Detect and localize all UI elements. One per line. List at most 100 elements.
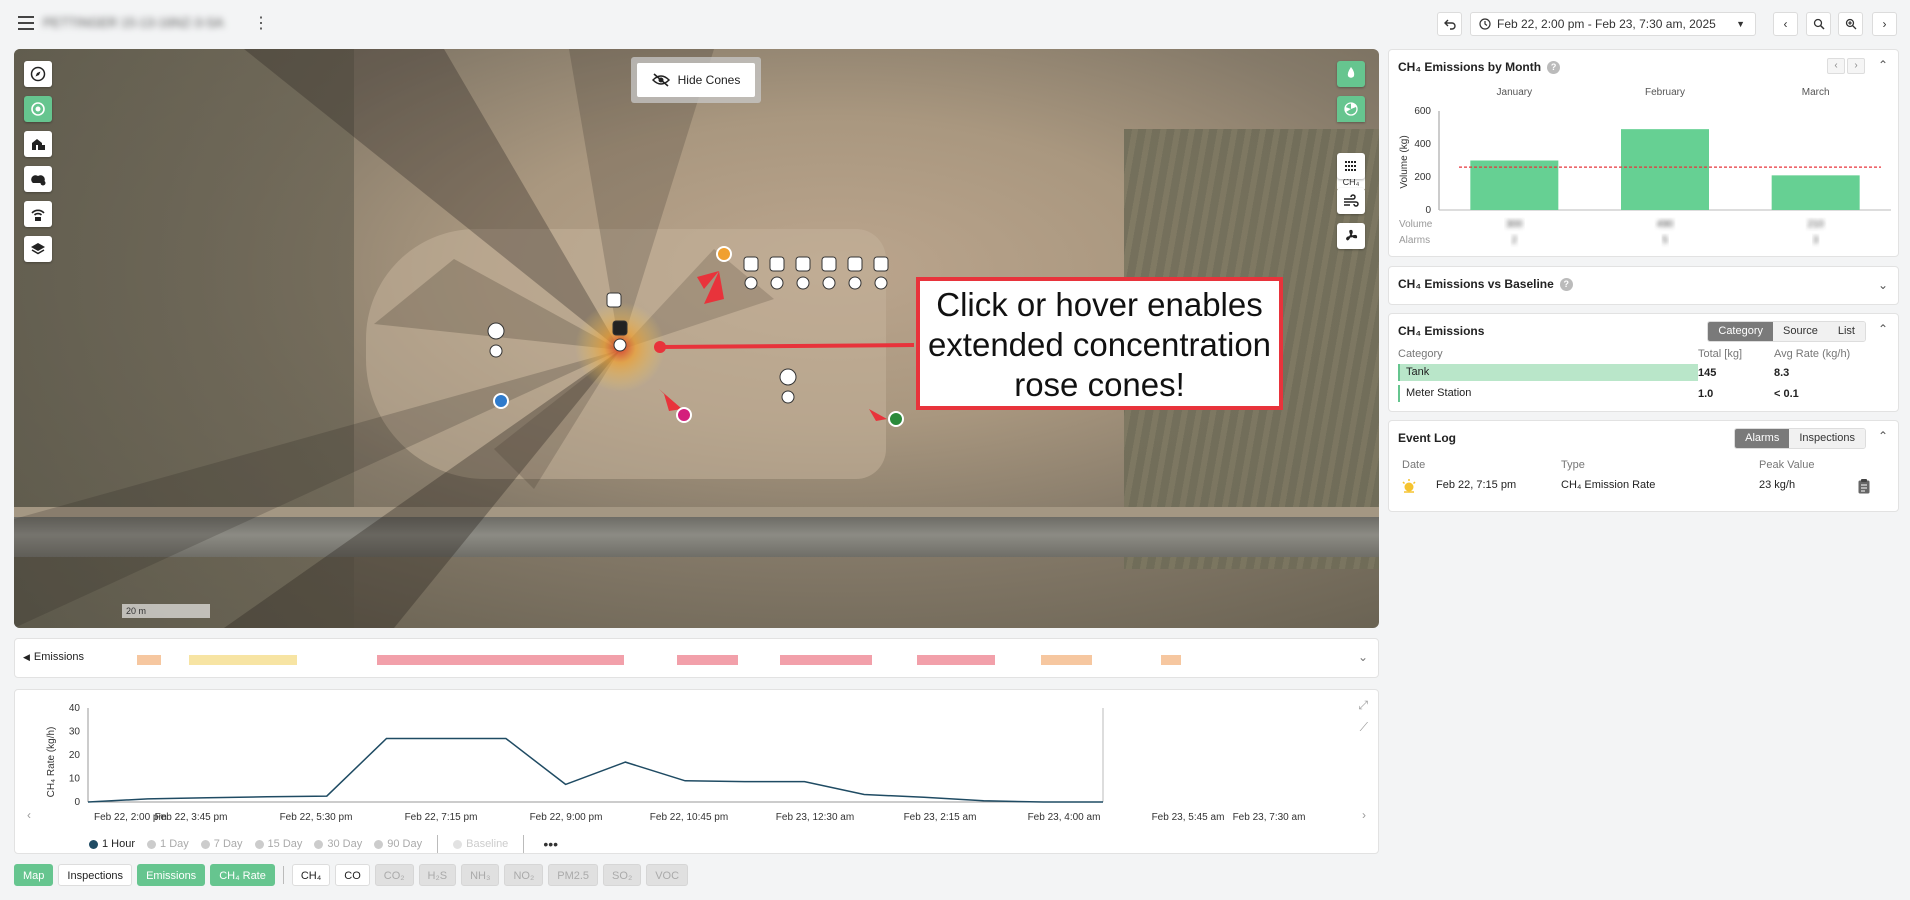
layers-button[interactable] bbox=[24, 236, 52, 262]
facilities-button[interactable] bbox=[24, 131, 52, 157]
date-range-picker[interactable]: Feb 22, 2:00 pm - Feb 23, 7:30 am, 2025 … bbox=[1470, 12, 1756, 36]
table-row[interactable]: Feb 22, 7:15 pm CH₄ Emission Rate 23 kg/… bbox=[1389, 479, 1898, 497]
baseline-label: Baseline bbox=[466, 838, 509, 850]
event-log-tabs: Alarms Inspections bbox=[1734, 428, 1866, 449]
grid-button[interactable] bbox=[1337, 153, 1365, 179]
magnifier-icon bbox=[1813, 18, 1825, 30]
total-cell: 1.0 bbox=[1698, 387, 1714, 400]
tab-co[interactable]: CO bbox=[335, 864, 370, 886]
tab-emissions[interactable]: Emissions bbox=[137, 864, 206, 886]
column-header: Type bbox=[1561, 459, 1585, 471]
eye-off-icon bbox=[651, 73, 670, 87]
month-bar[interactable] bbox=[1621, 129, 1709, 210]
expand-icon[interactable]: ⤢ bbox=[1358, 698, 1368, 713]
tab-list[interactable]: List bbox=[1827, 322, 1865, 341]
emissions-timeline[interactable]: ◀ Emissions ⌄ bbox=[14, 638, 1379, 678]
period-7-day[interactable]: 7 Day bbox=[200, 838, 243, 850]
y-tick-label: 400 bbox=[1414, 139, 1431, 150]
tab-category[interactable]: Category bbox=[1708, 322, 1774, 341]
emissions-toggle[interactable]: ◀ Emissions bbox=[23, 651, 84, 663]
tab-pm2-5[interactable]: PM2.5 bbox=[548, 864, 599, 886]
tab-ch-[interactable]: CH₄ bbox=[291, 864, 331, 886]
emission-event-segment[interactable] bbox=[376, 655, 625, 665]
tab-h-s[interactable]: H₂S bbox=[418, 864, 457, 886]
tab-nh-[interactable]: NH₃ bbox=[461, 864, 500, 886]
next-range-button[interactable]: › bbox=[1872, 12, 1897, 36]
month-bar[interactable] bbox=[1470, 160, 1559, 211]
tab-no-[interactable]: NO₂ bbox=[504, 864, 544, 886]
sensor-orange[interactable] bbox=[716, 246, 732, 262]
sensor-green[interactable] bbox=[888, 411, 904, 427]
period-30-day[interactable]: 30 Day bbox=[314, 838, 362, 850]
chevron-down-icon[interactable]: ⌄ bbox=[1358, 650, 1368, 664]
volume-value: 300 bbox=[1506, 219, 1523, 230]
emission-event-segment[interactable] bbox=[1160, 655, 1181, 665]
table-row[interactable]: Tank 145 8.3 bbox=[1398, 362, 1888, 383]
flame-layer-button[interactable] bbox=[1337, 61, 1365, 87]
tab-co-[interactable]: CO₂ bbox=[374, 864, 414, 886]
clock-icon bbox=[1479, 18, 1491, 30]
wind-button[interactable] bbox=[1337, 188, 1365, 214]
gas-detect-button[interactable] bbox=[24, 166, 52, 192]
sensor-magenta[interactable] bbox=[676, 407, 692, 423]
emission-event-segment[interactable] bbox=[917, 655, 996, 665]
baseline-toggle[interactable]: Baseline bbox=[453, 838, 508, 850]
ch4-rate-chart[interactable]: CH₄ Rate (kg/h) 0 10 20 30 40 Feb 22, 2:00 pm… bbox=[14, 689, 1379, 854]
wireless-sensor-button[interactable] bbox=[24, 201, 52, 227]
menu-icon[interactable] bbox=[18, 16, 34, 30]
radio-dot-icon bbox=[200, 839, 210, 849]
period-90-day[interactable]: 90 Day bbox=[374, 838, 422, 850]
sensor-blue[interactable] bbox=[493, 393, 509, 409]
period-1-day[interactable]: 1 Day bbox=[147, 838, 189, 850]
chevron-up-icon[interactable]: ⌃ bbox=[1878, 322, 1888, 336]
emissions-vs-baseline-panel[interactable]: CH₄ Emissions vs Baseline ? ⌄ bbox=[1388, 266, 1899, 305]
zoom-in-button[interactable] bbox=[1838, 12, 1863, 36]
period-1-hour[interactable]: 1 Hour bbox=[89, 838, 135, 850]
previous-range-button[interactable]: ‹ bbox=[1773, 12, 1798, 36]
chevron-left-icon[interactable]: ‹ bbox=[27, 808, 31, 822]
fan-button[interactable] bbox=[1337, 223, 1365, 249]
tab-map[interactable]: Map bbox=[14, 864, 54, 886]
compass-button[interactable] bbox=[24, 61, 52, 87]
top-bar: PETTINGER 15-13-16NZ-3-SA ⋮ Feb 22, 2:00… bbox=[0, 0, 1910, 48]
hide-cones-label: Hide Cones bbox=[677, 73, 741, 87]
zoom-reset-button[interactable] bbox=[1806, 12, 1831, 36]
table-row[interactable]: Meter Station 1.0 < 0.1 bbox=[1398, 383, 1888, 404]
tab-inspections[interactable]: Inspections bbox=[58, 864, 133, 886]
y-tick-label: 20 bbox=[69, 750, 81, 761]
tab-voc[interactable]: VOC bbox=[646, 864, 689, 886]
clipboard-icon[interactable] bbox=[1857, 478, 1871, 497]
emission-event-segment[interactable] bbox=[137, 655, 162, 665]
month-bar[interactable] bbox=[1771, 175, 1860, 210]
y-tick-label: 40 bbox=[69, 703, 81, 714]
tab-inspections[interactable]: Inspections bbox=[1789, 429, 1865, 448]
undo-button[interactable] bbox=[1437, 12, 1462, 36]
chevron-down-icon[interactable]: ⌄ bbox=[1878, 278, 1888, 292]
category-label: Tank bbox=[1406, 366, 1430, 378]
tab-so-[interactable]: SO₂ bbox=[603, 864, 642, 886]
more-options-icon[interactable]: ⋮ bbox=[253, 16, 269, 32]
period-label: 90 Day bbox=[387, 838, 423, 850]
tab-ch-rate[interactable]: CH₄ Rate bbox=[210, 864, 275, 886]
sensor-view-button[interactable] bbox=[24, 96, 52, 122]
period-15-day[interactable]: 15 Day bbox=[254, 838, 302, 850]
help-icon[interactable]: ? bbox=[1559, 277, 1573, 291]
emission-event-segment[interactable] bbox=[779, 655, 872, 665]
emission-event-segment[interactable] bbox=[677, 655, 738, 665]
chevron-right-icon[interactable]: › bbox=[1362, 808, 1366, 822]
emission-event-segment[interactable] bbox=[1040, 655, 1093, 665]
site-map[interactable]: Hide Cones CH₄ 20 m Click or hover enabl… bbox=[14, 49, 1379, 628]
chevron-up-icon[interactable]: ⌃ bbox=[1878, 429, 1888, 443]
chevron-right-icon: › bbox=[1882, 17, 1887, 31]
trend-icon[interactable]: ⟋ bbox=[1360, 720, 1368, 735]
tab-source[interactable]: Source bbox=[1773, 322, 1828, 341]
x-tick-label: Feb 23, 5:45 am bbox=[1152, 812, 1225, 823]
period-label: 1 Day bbox=[160, 838, 189, 850]
hide-cones-button[interactable]: Hide Cones bbox=[637, 63, 755, 97]
emission-event-segment[interactable] bbox=[188, 655, 298, 665]
x-tick-label: Feb 23, 12:30 am bbox=[776, 812, 854, 823]
concentration-rose-button[interactable] bbox=[1337, 96, 1365, 122]
more-options-icon[interactable]: ••• bbox=[543, 836, 558, 852]
zoom-in-icon bbox=[1845, 18, 1856, 30]
tab-alarms[interactable]: Alarms bbox=[1735, 429, 1790, 448]
